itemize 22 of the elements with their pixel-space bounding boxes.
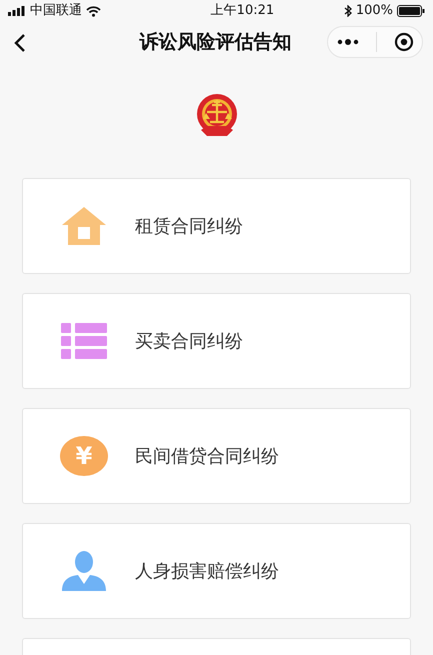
battery-icon: [396, 5, 425, 17]
page-title: 诉讼风险评估告知: [140, 30, 292, 53]
wifi-icon: [86, 6, 101, 16]
person-icon: [62, 551, 106, 591]
category-card[interactable]: 人身损害赔偿纠纷: [22, 523, 411, 619]
bluetooth-icon: [344, 5, 352, 17]
list-icon: [61, 323, 107, 359]
category-card[interactable]: ¥ 民间借贷合同纠纷: [22, 408, 411, 504]
status-time: 上午10:21: [210, 2, 274, 20]
yen-coin-icon: ¥: [60, 436, 108, 476]
category-label: 人身损害赔偿纠纷: [135, 560, 279, 584]
category-label: 租赁合同纠纷: [135, 214, 243, 238]
category-card[interactable]: 租赁合同纠纷: [22, 178, 411, 274]
close-icon[interactable]: [394, 32, 414, 52]
house-icon: [62, 207, 106, 245]
category-label: 民间借贷合同纠纷: [135, 444, 279, 468]
category-label: 买卖合同纠纷: [135, 330, 243, 354]
category-card[interactable]: 买卖合同纠纷: [22, 293, 411, 389]
carrier-name: 中国联通: [30, 2, 82, 20]
signal-icon: [8, 6, 26, 16]
battery-percent: 100%: [356, 2, 393, 20]
more-icon[interactable]: [336, 39, 358, 45]
